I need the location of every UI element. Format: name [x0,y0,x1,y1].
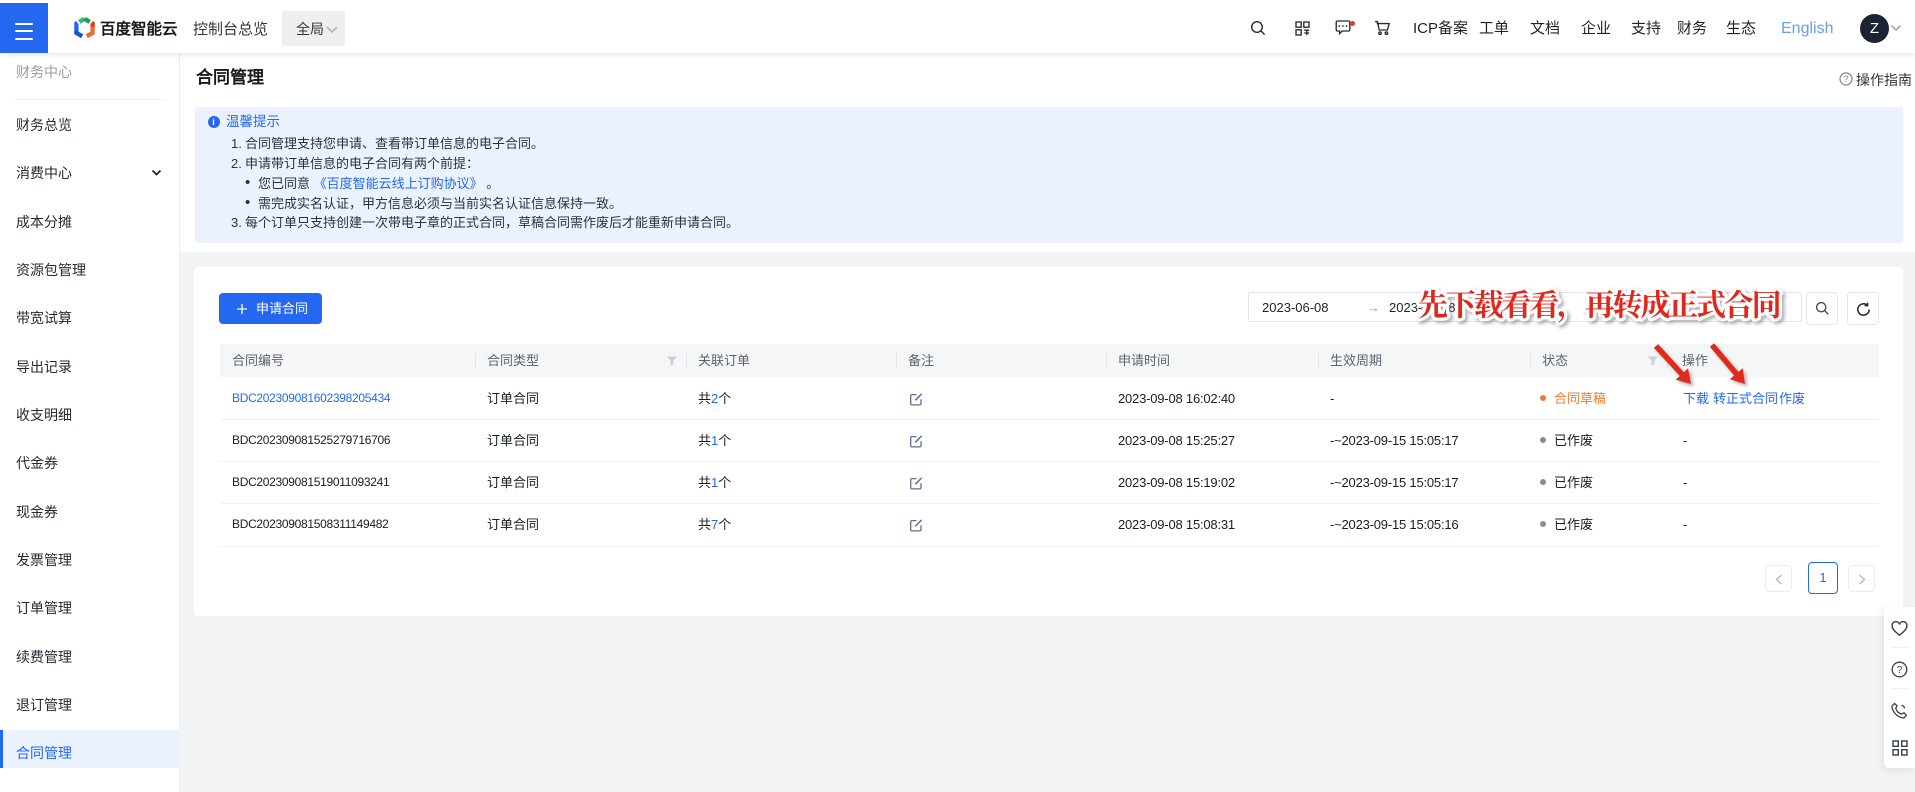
svg-text:?: ? [1897,665,1903,676]
svg-text:?: ? [1843,74,1848,84]
